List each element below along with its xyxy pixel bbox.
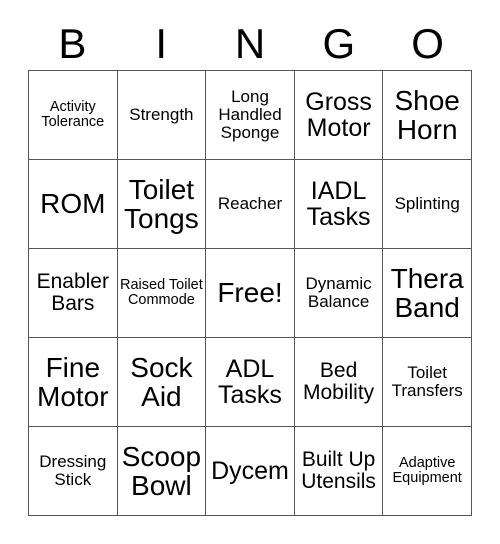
bingo-cell-label: Dynamic Balance — [305, 274, 372, 311]
bingo-cell[interactable]: Bed Mobility — [294, 338, 384, 427]
bingo-cell-label: Activity Tolerance — [41, 98, 105, 130]
bingo-cell[interactable]: Dressing Stick — [29, 427, 118, 516]
bingo-cell[interactable]: Dynamic Balance — [294, 249, 384, 338]
bingo-cell-label: Splinting — [394, 194, 460, 214]
bingo-cell[interactable]: Toilet Tongs — [117, 160, 207, 249]
header-letter-g: G — [322, 20, 356, 67]
bingo-cell-label: Gross Motor — [305, 88, 372, 142]
bingo-cell[interactable]: Fine Motor — [29, 338, 118, 427]
bingo-cell[interactable]: Splinting — [383, 160, 472, 249]
bingo-cell-label: Dressing Stick — [39, 452, 107, 489]
bingo-cell-label: Free! — [217, 277, 283, 309]
bingo-grid: Activity Tolerance Strength Long Handled… — [28, 70, 472, 516]
bingo-cell[interactable]: ADL Tasks — [206, 338, 295, 427]
bingo-cell-label: ROM — [40, 188, 106, 220]
bingo-cell-label: Raised Toilet Commode — [120, 276, 203, 308]
header-letter-i: I — [155, 20, 168, 67]
bingo-cell[interactable]: Enabler Bars — [29, 249, 118, 338]
bingo-cell-free[interactable]: Free! — [206, 249, 295, 338]
bingo-cell[interactable]: Raised Toilet Commode — [117, 249, 207, 338]
bingo-header: B I N G O — [28, 18, 472, 70]
bingo-cell[interactable]: Thera Band — [383, 249, 472, 338]
bingo-cell[interactable]: Reacher — [206, 160, 295, 249]
bingo-cell-label: Dycem — [211, 457, 289, 485]
bingo-cell-label: Toilet Transfers — [391, 363, 463, 400]
bingo-cell-label: Enabler Bars — [36, 270, 109, 315]
bingo-card: B I N G O Activity Tolerance Strength Lo… — [0, 0, 500, 544]
bingo-cell[interactable]: Sock Aid — [117, 338, 207, 427]
bingo-cell[interactable]: Built Up Utensils — [294, 427, 384, 516]
bingo-cell-label: Scoop Bowl — [121, 440, 202, 501]
bingo-cell[interactable]: ROM — [29, 160, 118, 249]
bingo-cell[interactable]: IADL Tasks — [294, 160, 384, 249]
header-letter-b: B — [58, 20, 87, 67]
header-letter-n: N — [234, 20, 266, 67]
bingo-cell-label: ADL Tasks — [218, 355, 282, 409]
bingo-cell-label: Reacher — [217, 194, 283, 214]
bingo-cell-label: Shoe Horn — [394, 84, 460, 145]
bingo-cell[interactable]: Strength — [117, 71, 207, 160]
bingo-cell-label: IADL Tasks — [306, 177, 371, 231]
bingo-cell-label: Strength — [129, 105, 194, 125]
bingo-cell[interactable]: Shoe Horn — [383, 71, 472, 160]
bingo-cell-label: Built Up Utensils — [301, 448, 376, 493]
bingo-cell-label: Toilet Tongs — [124, 173, 199, 234]
bingo-cell-label: Fine Motor — [37, 351, 109, 412]
bingo-cell[interactable]: Scoop Bowl — [117, 427, 207, 516]
bingo-cell-label: Sock Aid — [130, 351, 193, 412]
header-letter-o: O — [411, 20, 444, 67]
bingo-cell[interactable]: Toilet Transfers — [383, 338, 472, 427]
bingo-cell-label: Long Handled Sponge — [218, 87, 282, 142]
bingo-cell-label: Thera Band — [390, 262, 464, 323]
bingo-cell[interactable]: Long Handled Sponge — [206, 71, 295, 160]
bingo-cell[interactable]: Adaptive Equipment — [383, 427, 472, 516]
bingo-cell-label: Bed Mobility — [303, 359, 375, 404]
bingo-cell[interactable]: Dycem — [206, 427, 295, 516]
bingo-cell[interactable]: Activity Tolerance — [29, 71, 118, 160]
bingo-cell[interactable]: Gross Motor — [294, 71, 384, 160]
bingo-cell-label: Adaptive Equipment — [392, 454, 462, 486]
